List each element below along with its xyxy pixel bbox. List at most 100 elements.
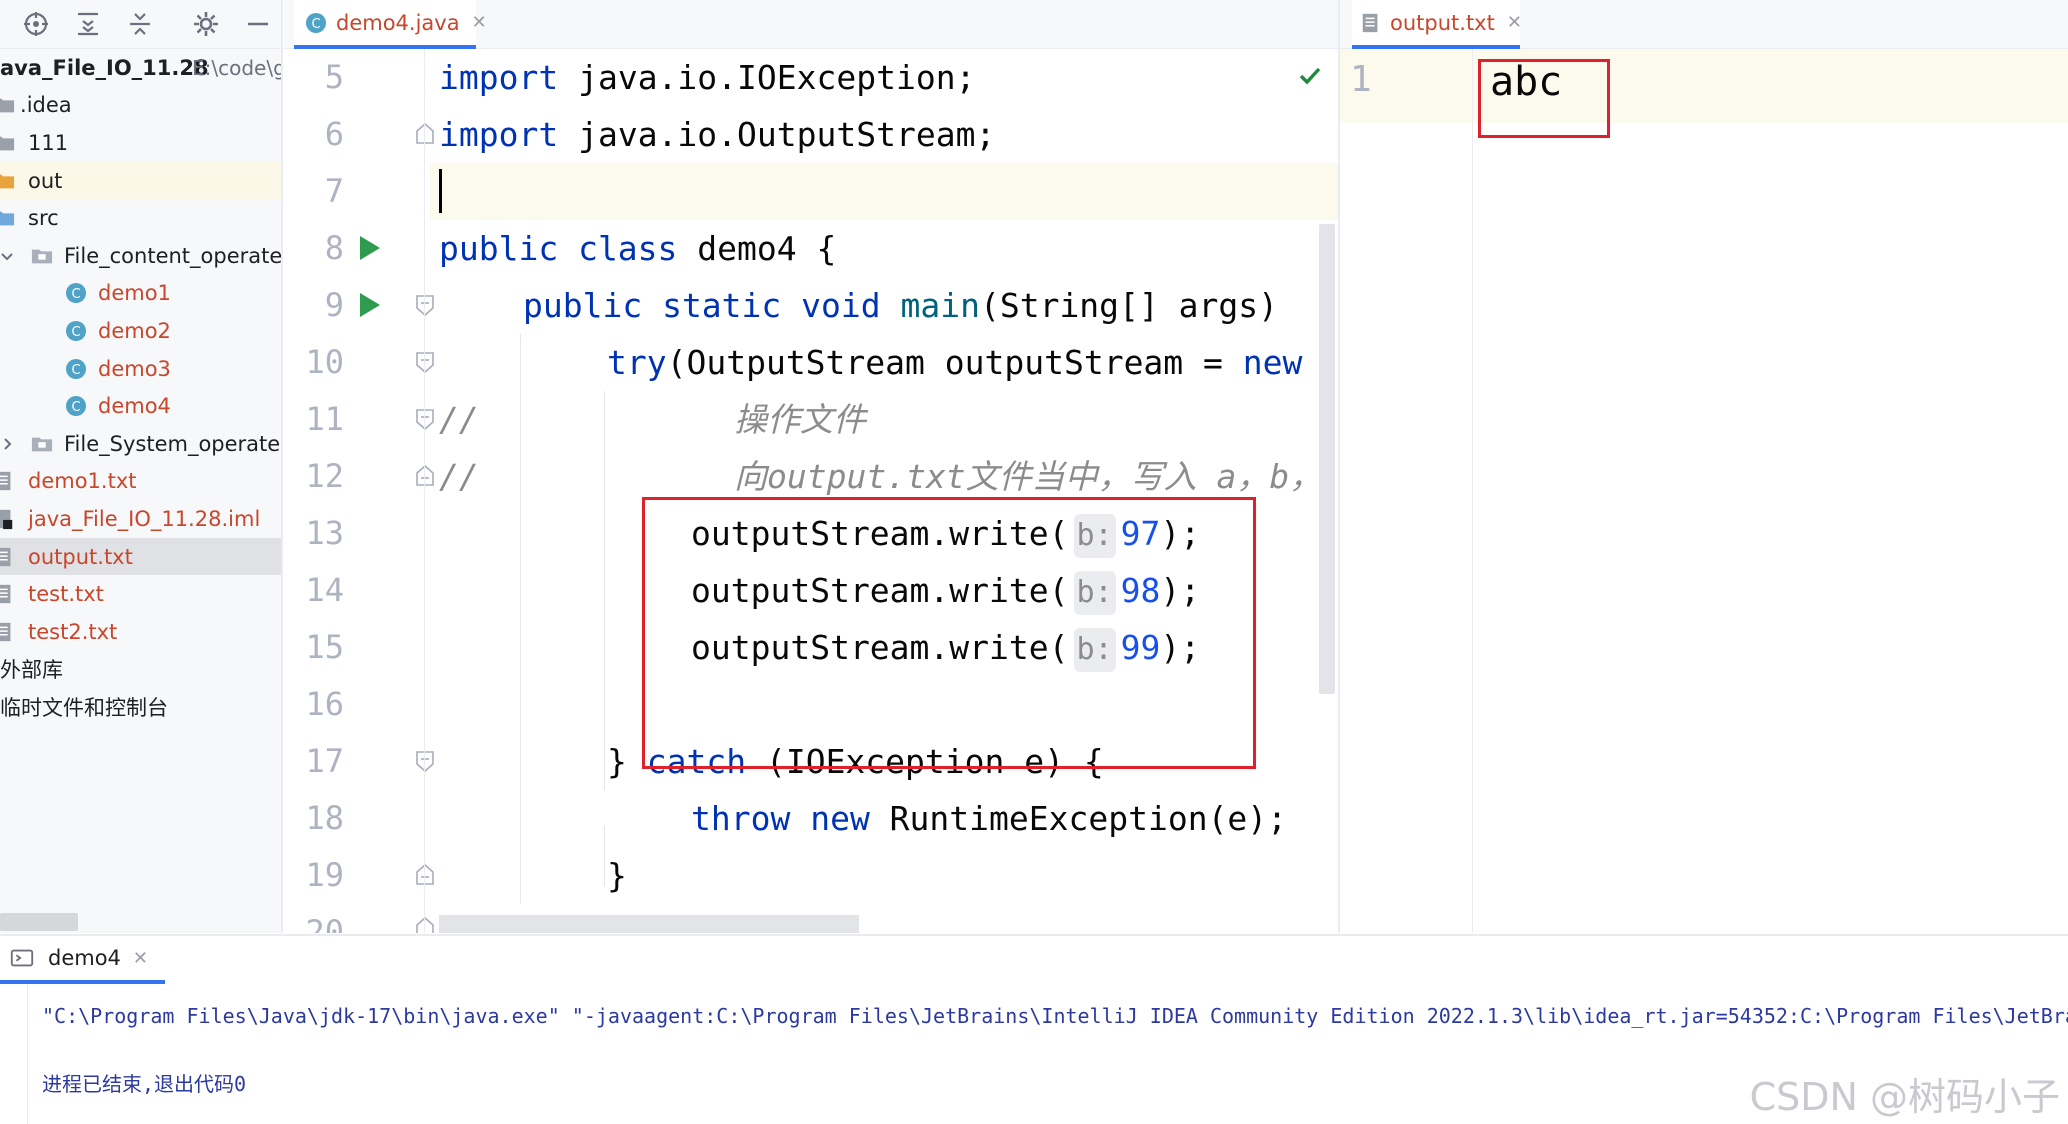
line-number: 20 (305, 913, 344, 933)
line-number: 14 (305, 571, 344, 609)
indent-guide (520, 334, 521, 904)
locate-icon[interactable] (20, 8, 52, 40)
tree-item-file-content-operate[interactable]: File_content_operate (0, 237, 283, 275)
horizontal-scrollbar[interactable] (439, 915, 859, 933)
fold-marker-icon[interactable] (412, 349, 438, 375)
tree-item-label: demo2 (98, 318, 171, 343)
code-line-6: import java.io.OutputStream; (439, 115, 996, 154)
tree-item-demo3[interactable]: C demo3 (0, 350, 281, 388)
tree-item-label: demo4 (98, 394, 171, 419)
tree-item-label: 临时文件和控制台 (0, 695, 168, 720)
hide-panel-icon[interactable] (242, 8, 274, 40)
package-icon (30, 244, 54, 268)
tree-item-label: output.txt (28, 544, 133, 569)
tab-demo4-java[interactable]: C demo4.java ✕ (294, 0, 487, 49)
vertical-scrollbar[interactable] (1319, 224, 1335, 694)
line-number: 5 (324, 58, 344, 96)
java-class-icon: C (64, 281, 88, 305)
expand-all-icon[interactable] (72, 8, 104, 40)
project-scrollbar[interactable] (0, 913, 78, 931)
module-file-icon (0, 507, 16, 531)
tree-item-src[interactable]: src (0, 199, 281, 237)
line-number: 15 (305, 628, 344, 666)
gear-icon[interactable] (190, 8, 222, 40)
current-line-highlight (284, 163, 1338, 220)
tree-item-demo1-txt[interactable]: demo1.txt (0, 463, 281, 501)
run-tab-label: demo4 (48, 946, 121, 970)
fold-marker-icon[interactable] (412, 292, 438, 318)
tree-item-idea[interactable]: .idea (0, 87, 281, 125)
text-file-icon (0, 582, 16, 606)
chevron-right-icon[interactable] (0, 437, 14, 451)
close-icon[interactable]: ✕ (472, 12, 487, 33)
run-tab[interactable]: demo4 ✕ (0, 936, 165, 984)
line-number: 1 (1350, 59, 1372, 100)
collapse-all-icon[interactable] (124, 8, 156, 40)
line-number: 6 (324, 115, 344, 153)
close-icon[interactable]: ✕ (1507, 12, 1522, 33)
tree-item-label: 111 (28, 130, 69, 155)
tab-label: demo4.java (336, 10, 460, 35)
project-root-label: ava_File_IO_11.28 (0, 55, 209, 80)
gutter-separator (424, 49, 425, 933)
code-line-8: public class demo4 { (439, 229, 837, 268)
text-file-icon (0, 469, 16, 493)
fold-marker-icon[interactable] (412, 121, 438, 147)
fold-marker-icon[interactable] (412, 915, 438, 933)
gutter-separator (1472, 49, 1473, 933)
tab-label: output.txt (1390, 10, 1495, 35)
line-number: 19 (305, 856, 344, 894)
code-line-11-comment: 操作文件 (734, 400, 866, 439)
tab-output-txt[interactable]: output.txt ✕ (1352, 0, 1522, 49)
tree-item-demo2[interactable]: C demo2 (0, 312, 281, 350)
tree-item-label: demo3 (98, 356, 171, 381)
run-main-icon[interactable] (356, 290, 384, 320)
java-class-icon: C (64, 394, 88, 418)
svg-text:C: C (71, 400, 80, 415)
svg-text:C: C (71, 287, 80, 302)
fold-marker-icon[interactable] (412, 748, 438, 774)
check-icon[interactable] (1297, 63, 1323, 89)
output-editor[interactable]: 1 abc (1340, 49, 2068, 933)
fold-marker-icon[interactable] (412, 406, 438, 432)
tree-item-test2-txt[interactable]: test2.txt (0, 613, 281, 651)
fold-marker-icon[interactable] (412, 862, 438, 888)
fold-marker-icon[interactable] (412, 463, 438, 489)
code-line-18: throw new RuntimeException(e); (691, 799, 1288, 838)
close-icon[interactable]: ✕ (133, 948, 148, 969)
code-line-12: // (439, 457, 479, 496)
code-line-9: public static void main(String[] args) (523, 286, 1278, 325)
tree-item-test-txt[interactable]: test.txt (0, 575, 281, 613)
line-number: 16 (305, 685, 344, 723)
tree-item-file-system-operate[interactable]: File_System_operate (0, 425, 281, 463)
tree-item-iml[interactable]: java_File_IO_11.28.iml (0, 500, 281, 538)
text-file-icon (1360, 11, 1382, 35)
run-class-icon[interactable] (356, 233, 384, 263)
svg-text:C: C (311, 17, 320, 32)
line-number: 17 (305, 742, 344, 780)
line-number: 11 (305, 400, 344, 438)
indent-guide (604, 826, 605, 886)
tree-item-output-txt[interactable]: output.txt (0, 537, 281, 576)
code-editor[interactable]: 5 6 7 8 9 10 11 12 13 14 15 16 17 18 19 … (284, 49, 1338, 933)
watermark: CSDN @树码小子 (1749, 1075, 2060, 1119)
tree-item-label: File_content_operate (64, 243, 283, 268)
tree-item-label: demo1 (98, 281, 171, 306)
tree-root[interactable]: ava_File_IO_11.28 E:\code\g (0, 49, 283, 87)
chevron-down-icon[interactable] (0, 249, 14, 263)
highlight-box (642, 497, 1256, 769)
folder-orange-icon (0, 169, 16, 193)
tree-item-external-libraries[interactable]: 外部库 (0, 651, 281, 689)
project-root-path: E:\code\g (192, 55, 283, 80)
tree-item-scratches[interactable]: 临时文件和控制台 (0, 688, 281, 726)
tree-item-demo4[interactable]: C demo4 (0, 387, 281, 425)
text-caret (439, 169, 442, 213)
line-number: 13 (305, 514, 344, 552)
java-class-icon: C (304, 11, 328, 35)
tree-item-demo1[interactable]: C demo1 (0, 275, 281, 313)
project-toolbar (0, 0, 281, 49)
tree-item-label: File_System_operate (64, 431, 281, 456)
svg-text:C: C (71, 325, 80, 340)
tree-item-out[interactable]: out (0, 161, 281, 200)
tree-item-111[interactable]: 111 (0, 124, 281, 162)
